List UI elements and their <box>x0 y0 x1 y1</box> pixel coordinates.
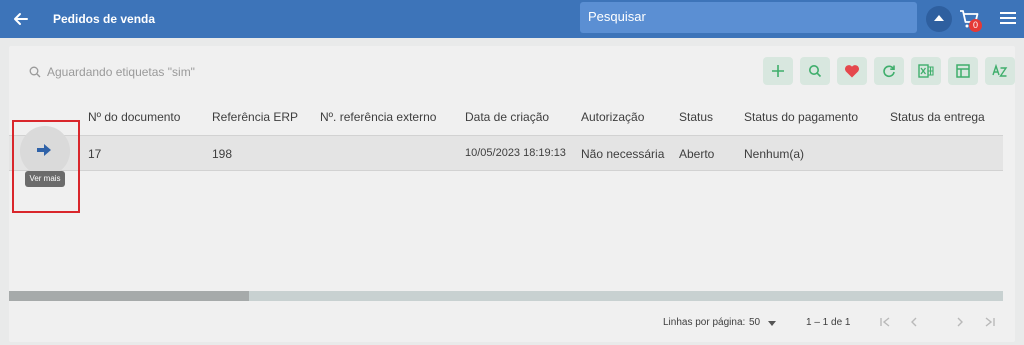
search-icon <box>29 65 41 83</box>
heart-icon <box>844 65 860 78</box>
search-input[interactable]: Pesquisar <box>580 2 917 33</box>
next-page-icon[interactable] <box>953 315 967 329</box>
column-header-autorizacao[interactable]: Autorização <box>581 110 644 124</box>
collapse-up-button[interactable] <box>926 6 952 32</box>
search-placeholder: Pesquisar <box>588 9 646 24</box>
sort-az-icon <box>992 64 1008 77</box>
add-icon <box>772 65 784 77</box>
chevron-down-icon[interactable] <box>768 321 776 326</box>
last-page-icon[interactable] <box>983 315 997 329</box>
column-header-status[interactable]: Status <box>679 110 713 124</box>
top-bar: Pedidos de venda Pesquisar 0 <box>0 0 1024 38</box>
excel-export-button[interactable] <box>911 57 941 85</box>
column-header-data-criacao[interactable]: Data de criação <box>465 110 549 124</box>
search-button[interactable] <box>800 57 830 85</box>
scrollbar-thumb[interactable] <box>9 291 249 301</box>
active-filter-label[interactable]: Aguardando etiquetas "sim" <box>47 65 195 79</box>
columns-button[interactable] <box>948 57 978 85</box>
hamburger-menu-icon[interactable] <box>1000 11 1016 25</box>
table-header: Nº do documento Referência ERP Nº. refer… <box>9 102 1015 136</box>
horizontal-scrollbar[interactable] <box>9 291 1003 301</box>
back-arrow-icon[interactable] <box>11 9 31 29</box>
table-toolbar <box>763 57 1015 85</box>
cell-data-criacao: 10/05/2023 18:19:13 <box>465 147 566 159</box>
favorite-button[interactable] <box>837 57 867 85</box>
search-icon <box>809 65 822 78</box>
first-page-icon[interactable] <box>878 315 892 329</box>
highlight-box <box>12 120 80 213</box>
column-header-referencia-externo[interactable]: Nº. referência externo <box>320 110 436 124</box>
rows-per-page-select[interactable]: 50 <box>749 317 760 328</box>
table-columns-icon <box>956 64 970 78</box>
table-row[interactable]: 17 198 10/05/2023 18:19:13 Não necessári… <box>9 135 1003 171</box>
cell-status: Aberto <box>679 147 715 161</box>
sort-az-button[interactable] <box>985 57 1015 85</box>
cart-count-badge: 0 <box>969 19 982 32</box>
orders-card: Aguardando etiquetas "sim" Nº do documen… <box>9 46 1015 342</box>
previous-page-icon[interactable] <box>907 315 921 329</box>
cell-documento: 17 <box>88 147 102 161</box>
refresh-icon <box>883 65 895 78</box>
cell-referencia-erp: 198 <box>212 147 233 161</box>
column-header-status-entrega[interactable]: Status da entrega <box>890 110 985 124</box>
add-button[interactable] <box>763 57 793 85</box>
excel-icon <box>918 64 934 78</box>
column-header-referencia-erp[interactable]: Referência ERP <box>212 110 298 124</box>
pagination-range: 1 – 1 de 1 <box>806 317 851 328</box>
page-title: Pedidos de venda <box>53 12 156 26</box>
cell-status-pagamento: Nenhum(a) <box>744 147 805 161</box>
refresh-button[interactable] <box>874 57 904 85</box>
column-header-status-pagamento[interactable]: Status do pagamento <box>744 110 858 124</box>
rows-per-page-label: Linhas por página: <box>663 317 746 328</box>
column-header-documento[interactable]: Nº do documento <box>88 110 180 124</box>
caret-up-icon <box>934 15 944 21</box>
cell-autorizacao: Não necessária <box>581 147 665 161</box>
